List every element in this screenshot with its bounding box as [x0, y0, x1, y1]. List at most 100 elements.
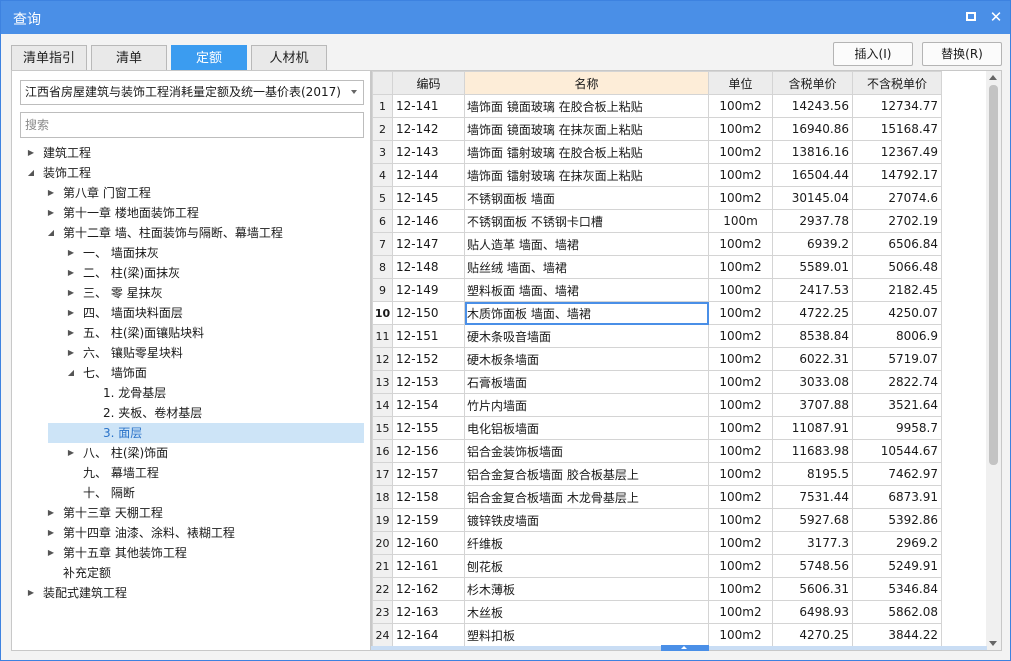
insert-button[interactable]: 插入(I)	[833, 42, 913, 66]
cell-name[interactable]: 刨花板	[464, 554, 709, 578]
cell-code[interactable]: 12-141	[392, 94, 465, 118]
table-row[interactable]: 10 12-150 木质饰面板 墙面、墙裙 100m2 4722.25 4250.07	[372, 301, 942, 325]
cell-unit[interactable]: 100m2	[708, 278, 773, 302]
cell-pretax-price[interactable]: 10544.67	[852, 439, 942, 463]
collapsed-arrow-icon[interactable]: ▶	[46, 523, 56, 543]
cell-code[interactable]: 12-163	[392, 600, 465, 624]
table-row[interactable]: 16 12-156 铝合金装饰板墙面 100m2 11683.98 10544.67	[372, 439, 942, 463]
cell-unit[interactable]: 100m2	[708, 393, 773, 417]
cell-name[interactable]: 纤维板	[464, 531, 709, 555]
cell-tax-price[interactable]: 6498.93	[772, 600, 853, 624]
cell-pretax-price[interactable]: 6506.84	[852, 232, 942, 256]
cell-code[interactable]: 12-158	[392, 485, 465, 509]
cell-pretax-price[interactable]: 14792.17	[852, 163, 942, 187]
cell-tax-price[interactable]: 4722.25	[772, 301, 853, 325]
scroll-up-icon[interactable]	[989, 75, 997, 80]
close-icon[interactable]: ✕	[989, 10, 1003, 25]
column-header-code[interactable]: 编码	[392, 71, 465, 95]
cell-pretax-price[interactable]: 2702.19	[852, 209, 942, 233]
cell-name[interactable]: 杉木薄板	[464, 577, 709, 601]
cell-code[interactable]: 12-156	[392, 439, 465, 463]
cell-name[interactable]: 墙饰面 镜面玻璃 在胶合板上粘贴	[464, 94, 709, 118]
cell-tax-price[interactable]: 6022.31	[772, 347, 853, 371]
cell-unit[interactable]: 100m2	[708, 255, 773, 279]
collapsed-arrow-icon[interactable]: ▶	[46, 183, 56, 203]
cell-tax-price[interactable]: 3033.08	[772, 370, 853, 394]
cell-unit[interactable]: 100m2	[708, 623, 773, 647]
cell-unit[interactable]: 100m2	[708, 94, 773, 118]
table-row[interactable]: 11 12-151 硬木条吸音墙面 100m2 8538.84 8006.9	[372, 324, 942, 348]
tree-node[interactable]: ▶ 第八章 门窗工程	[12, 183, 370, 203]
tree-node[interactable]: 3. 面层	[12, 423, 370, 443]
table-row[interactable]: 20 12-160 纤维板 100m2 3177.3 2969.2	[372, 531, 942, 555]
collapsed-arrow-icon[interactable]: ▶	[26, 143, 36, 163]
cell-unit[interactable]: 100m2	[708, 140, 773, 164]
cell-code[interactable]: 12-157	[392, 462, 465, 486]
cell-tax-price[interactable]: 5606.31	[772, 577, 853, 601]
cell-code[interactable]: 12-143	[392, 140, 465, 164]
tree-node[interactable]: 补充定额	[12, 563, 370, 583]
cell-name[interactable]: 竹片内墙面	[464, 393, 709, 417]
cell-unit[interactable]: 100m2	[708, 117, 773, 141]
table-row[interactable]: 17 12-157 铝合金复合板墙面 胶合板基层上 100m2 8195.5 7462.9…	[372, 462, 942, 486]
column-header-name[interactable]: 名称	[464, 71, 709, 95]
cell-pretax-price[interactable]: 5719.07	[852, 347, 942, 371]
cell-unit[interactable]: 100m	[708, 209, 773, 233]
cell-name[interactable]: 不锈钢面板 不锈钢卡口槽	[464, 209, 709, 233]
cell-code[interactable]: 12-149	[392, 278, 465, 302]
cell-pretax-price[interactable]: 3844.22	[852, 623, 942, 647]
collapsed-arrow-icon[interactable]: ▶	[66, 323, 76, 343]
table-row[interactable]: 8 12-148 贴丝绒 墙面、墙裙 100m2 5589.01 5066.48	[372, 255, 942, 279]
cell-code[interactable]: 12-145	[392, 186, 465, 210]
cell-name[interactable]: 铝合金复合板墙面 胶合板基层上	[464, 462, 709, 486]
tree-node[interactable]: ◢ 第十二章 墙、柱面装饰与隔断、幕墙工程	[12, 223, 370, 243]
cell-tax-price[interactable]: 3177.3	[772, 531, 853, 555]
table-row[interactable]: 9 12-149 塑料板面 墙面、墙裙 100m2 2417.53 2182.45	[372, 278, 942, 302]
cell-tax-price[interactable]: 11683.98	[772, 439, 853, 463]
cell-unit[interactable]: 100m2	[708, 439, 773, 463]
cell-name[interactable]: 木质饰面板 墙面、墙裙	[464, 301, 709, 325]
tree-node[interactable]: ▶ 三、 零 星抹灰	[12, 283, 370, 303]
table-row[interactable]: 2 12-142 墙饰面 镜面玻璃 在抹灰面上粘贴 100m2 16940.86 1516…	[372, 117, 942, 141]
collapse-handle[interactable]	[661, 645, 709, 651]
cell-unit[interactable]: 100m2	[708, 485, 773, 509]
collapsed-arrow-icon[interactable]: ▶	[66, 283, 76, 303]
table-row[interactable]: 14 12-154 竹片内墙面 100m2 3707.88 3521.64	[372, 393, 942, 417]
cell-code[interactable]: 12-161	[392, 554, 465, 578]
cell-pretax-price[interactable]: 5862.08	[852, 600, 942, 624]
cell-pretax-price[interactable]: 7462.97	[852, 462, 942, 486]
tree-node[interactable]: ▶ 建筑工程	[12, 143, 370, 163]
collapsed-arrow-icon[interactable]: ▶	[46, 543, 56, 563]
cell-name[interactable]: 墙饰面 镜面玻璃 在抹灰面上粘贴	[464, 117, 709, 141]
cell-code[interactable]: 12-144	[392, 163, 465, 187]
cell-unit[interactable]: 100m2	[708, 416, 773, 440]
cell-name[interactable]: 墙饰面 镭射玻璃 在抹灰面上粘贴	[464, 163, 709, 187]
expanded-arrow-icon[interactable]: ◢	[46, 223, 56, 243]
tree-node[interactable]: 九、 幕墙工程	[12, 463, 370, 483]
cell-tax-price[interactable]: 13816.16	[772, 140, 853, 164]
maximize-icon[interactable]	[964, 10, 978, 24]
cell-pretax-price[interactable]: 4250.07	[852, 301, 942, 325]
tree-node[interactable]: ▶ 第十四章 油漆、涂料、裱糊工程	[12, 523, 370, 543]
cell-unit[interactable]: 100m2	[708, 600, 773, 624]
table-row[interactable]: 21 12-161 刨花板 100m2 5748.56 5249.91	[372, 554, 942, 578]
collapsed-arrow-icon[interactable]: ▶	[66, 443, 76, 463]
cell-pretax-price[interactable]: 9958.7	[852, 416, 942, 440]
cell-code[interactable]: 12-162	[392, 577, 465, 601]
cell-pretax-price[interactable]: 8006.9	[852, 324, 942, 348]
tree-node[interactable]: ◢ 装饰工程	[12, 163, 370, 183]
cell-name[interactable]: 硬木板条墙面	[464, 347, 709, 371]
cell-unit[interactable]: 100m2	[708, 370, 773, 394]
expanded-arrow-icon[interactable]: ◢	[66, 363, 76, 383]
cell-tax-price[interactable]: 8538.84	[772, 324, 853, 348]
collapsed-arrow-icon[interactable]: ▶	[46, 503, 56, 523]
cell-tax-price[interactable]: 5589.01	[772, 255, 853, 279]
cell-pretax-price[interactable]: 2969.2	[852, 531, 942, 555]
cell-code[interactable]: 12-160	[392, 531, 465, 555]
table-row[interactable]: 13 12-153 石膏板墙面 100m2 3033.08 2822.74	[372, 370, 942, 394]
cell-name[interactable]: 塑料板面 墙面、墙裙	[464, 278, 709, 302]
tree-node[interactable]: ▶ 第十五章 其他装饰工程	[12, 543, 370, 563]
tree-node[interactable]: ▶ 四、 墙面块料面层	[12, 303, 370, 323]
cell-pretax-price[interactable]: 3521.64	[852, 393, 942, 417]
tree-node[interactable]: ▶ 二、 柱(梁)面抹灰	[12, 263, 370, 283]
